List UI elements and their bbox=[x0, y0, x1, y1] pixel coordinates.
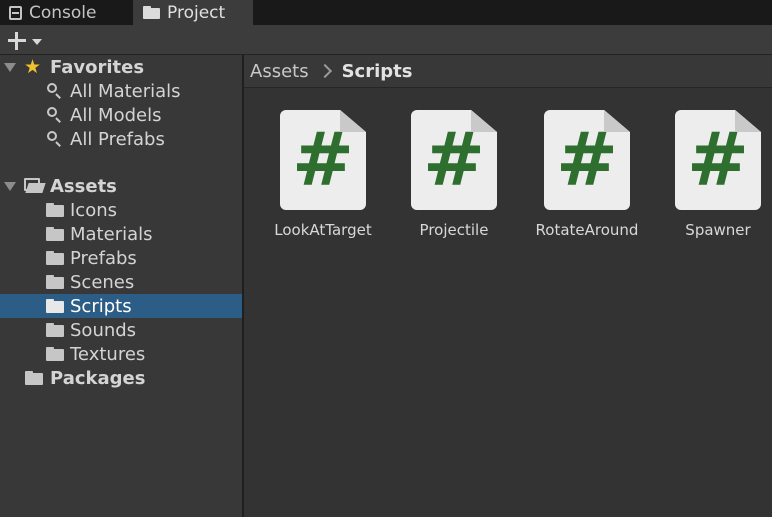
asset-script-lookattarget[interactable]: # LookAtTarget bbox=[258, 110, 388, 250]
folder-icon bbox=[46, 203, 64, 217]
tree-item-all-prefabs[interactable]: All Prefabs bbox=[0, 127, 242, 151]
search-icon bbox=[47, 107, 63, 123]
expand-arrow-icon[interactable] bbox=[4, 63, 16, 72]
tab-console[interactable]: Console bbox=[0, 0, 130, 25]
asset-script-spawner[interactable]: # Spawner bbox=[653, 110, 772, 250]
search-icon bbox=[47, 131, 63, 147]
tree-item-all-materials[interactable]: All Materials bbox=[0, 79, 242, 103]
asset-label: Projectile bbox=[419, 221, 489, 239]
asset-label: LookAtTarget bbox=[274, 221, 372, 239]
breadcrumb-assets[interactable]: Assets bbox=[250, 61, 309, 82]
tree-item-packages[interactable]: Packages bbox=[0, 366, 242, 390]
tree-item-label: Assets bbox=[50, 175, 117, 197]
tree-item-label: Sounds bbox=[70, 319, 137, 341]
expand-arrow-icon[interactable] bbox=[4, 182, 16, 191]
tree-item-all-models[interactable]: All Models bbox=[0, 103, 242, 127]
folder-icon bbox=[46, 227, 64, 241]
tree-item-label: Packages bbox=[50, 367, 146, 389]
tree-item-label: All Materials bbox=[70, 80, 181, 102]
plus-icon bbox=[8, 32, 26, 50]
tree-item-label: Scenes bbox=[70, 271, 135, 293]
tree-item-label: Prefabs bbox=[70, 247, 137, 269]
folder-open-icon bbox=[24, 178, 45, 193]
caret-down-icon bbox=[32, 39, 42, 45]
tree-item-sounds[interactable]: Sounds bbox=[0, 318, 242, 342]
console-icon bbox=[9, 5, 22, 20]
asset-label: Spawner bbox=[685, 221, 751, 239]
tree-item-textures[interactable]: Textures bbox=[0, 342, 242, 366]
asset-script-projectile[interactable]: # Projectile bbox=[389, 110, 519, 250]
star-icon: ★ bbox=[24, 56, 42, 78]
tree-item-label: Icons bbox=[70, 199, 118, 221]
breadcrumb: Assets Scripts bbox=[244, 55, 772, 88]
tab-console-label: Console bbox=[29, 2, 97, 23]
tree-item-prefabs[interactable]: Prefabs bbox=[0, 246, 242, 270]
tree-item-label: Textures bbox=[70, 343, 146, 365]
tree-item-scripts[interactable]: Scripts bbox=[0, 294, 242, 318]
tree-item-label: Favorites bbox=[50, 56, 145, 78]
tree-item-scenes[interactable]: Scenes bbox=[0, 270, 242, 294]
asset-browser: Assets Scripts # LookAtTarget # Projecti… bbox=[244, 55, 772, 517]
project-tree: ★ Favorites All Materials All Models All… bbox=[0, 55, 242, 517]
project-toolbar bbox=[0, 25, 772, 55]
tree-item-materials[interactable]: Materials bbox=[0, 222, 242, 246]
asset-label: RotateAround bbox=[535, 221, 639, 239]
folder-icon bbox=[46, 347, 64, 361]
breadcrumb-scripts[interactable]: Scripts bbox=[342, 61, 413, 82]
asset-script-rotatearound[interactable]: # RotateAround bbox=[522, 110, 652, 250]
tab-bar: Console Project bbox=[0, 0, 772, 25]
tree-item-label: Materials bbox=[70, 223, 153, 245]
folder-icon bbox=[46, 299, 64, 313]
folder-icon bbox=[46, 251, 64, 265]
tree-item-label: All Models bbox=[70, 104, 162, 126]
tree-item-label: All Prefabs bbox=[70, 128, 165, 150]
folder-icon bbox=[46, 323, 64, 337]
search-icon bbox=[47, 83, 63, 99]
chevron-right-icon bbox=[317, 63, 332, 79]
tree-item-icons[interactable]: Icons bbox=[0, 198, 242, 222]
tab-project-label: Project bbox=[167, 2, 226, 23]
folder-icon bbox=[143, 6, 160, 19]
tree-item-favorites[interactable]: ★ Favorites bbox=[0, 55, 242, 79]
create-dropdown-button[interactable] bbox=[6, 29, 46, 51]
tab-project[interactable]: Project bbox=[133, 0, 253, 25]
tree-item-label: Scripts bbox=[70, 295, 132, 317]
tree-item-assets[interactable]: Assets bbox=[0, 174, 242, 198]
folder-icon bbox=[46, 275, 64, 289]
folder-icon bbox=[25, 371, 43, 385]
